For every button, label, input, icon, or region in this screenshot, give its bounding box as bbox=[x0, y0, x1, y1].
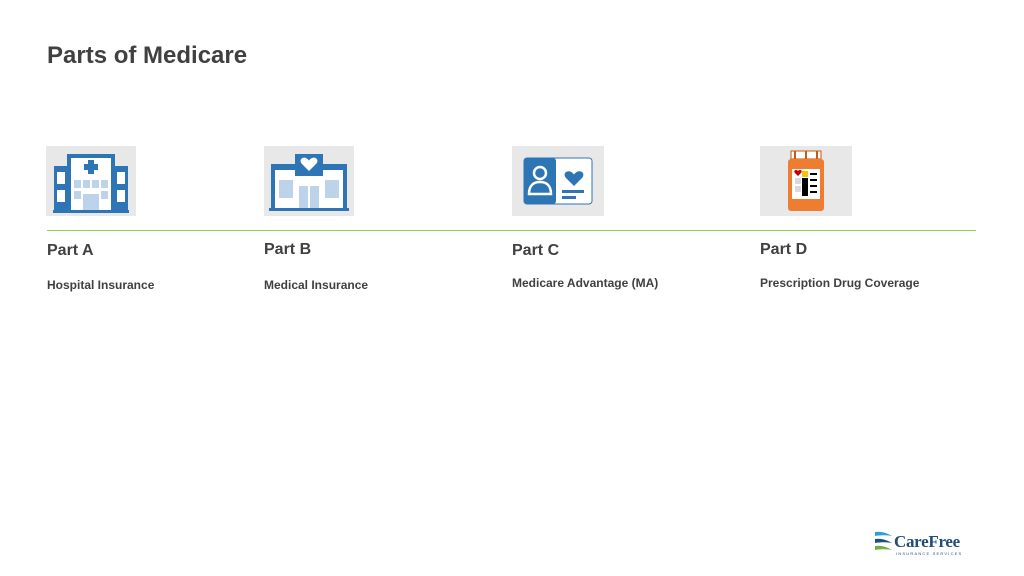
part-d-label: Part D bbox=[760, 241, 808, 258]
part-b-description: Medical Insurance bbox=[264, 278, 369, 292]
logo-word-care: Care bbox=[894, 532, 929, 551]
part-d-icon-box bbox=[760, 146, 852, 216]
section-divider bbox=[47, 230, 976, 231]
logo-word-free: Free bbox=[928, 532, 960, 551]
slide-title: Parts of Medicare bbox=[47, 42, 248, 69]
part-c-description: Medicare Advantage (MA) bbox=[512, 276, 659, 290]
part-a-icon-box bbox=[46, 146, 136, 216]
part-a-description: Hospital Insurance bbox=[47, 278, 155, 292]
carefree-logo: CareFree INSURANCE SERVICES bbox=[874, 528, 964, 558]
part-c-icon-box bbox=[512, 146, 604, 216]
part-c-label: Part C bbox=[512, 242, 560, 259]
part-a-label: Part A bbox=[47, 242, 94, 259]
carefree-wave-icon bbox=[875, 531, 892, 550]
part-b-label: Part B bbox=[264, 241, 312, 258]
part-b-icon-box bbox=[264, 146, 354, 216]
pill-bottle-icon bbox=[788, 150, 824, 211]
hospital-icon bbox=[53, 154, 129, 213]
member-card-icon bbox=[523, 157, 593, 205]
clinic-icon bbox=[269, 154, 349, 211]
logo-subtitle: INSURANCE SERVICES bbox=[896, 551, 963, 556]
logo-wordmark: CareFree bbox=[894, 532, 960, 552]
part-d-description: Prescription Drug Coverage bbox=[760, 276, 920, 290]
